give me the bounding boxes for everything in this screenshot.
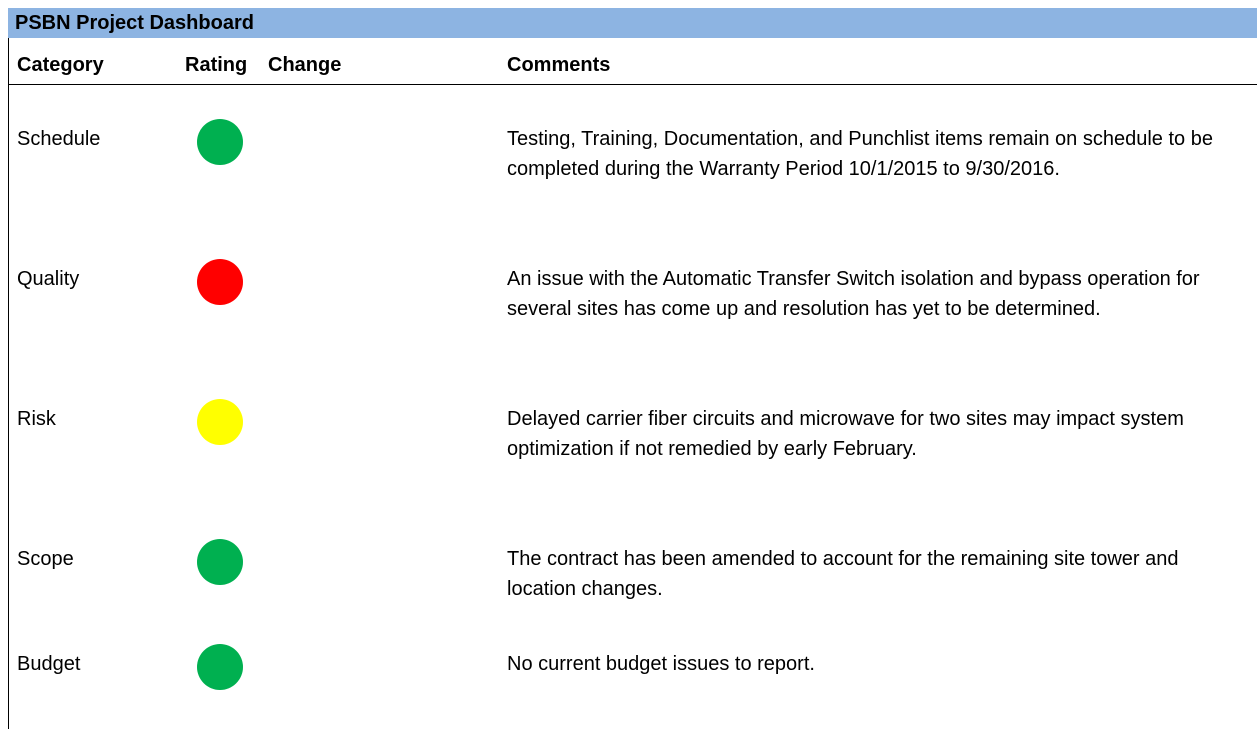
status-indicator-icon xyxy=(197,644,243,690)
row-category: Scope xyxy=(17,548,74,570)
row-category: Risk xyxy=(17,408,56,430)
left-border xyxy=(8,38,9,729)
header-change: Change xyxy=(268,54,342,76)
status-indicator-icon xyxy=(197,399,243,445)
title-bar: PSBN Project Dashboard xyxy=(8,8,1257,38)
row-comment: The contract has been amended to account… xyxy=(507,548,1179,600)
project-dashboard: PSBN Project Dashboard Category Rating C… xyxy=(0,0,1257,729)
status-indicator-icon xyxy=(197,119,243,165)
row-comment: No current budget issues to report. xyxy=(507,653,815,675)
row-comment: Testing, Training, Documentation, and Pu… xyxy=(507,128,1213,180)
dashboard-title: PSBN Project Dashboard xyxy=(15,12,254,34)
row-category: Quality xyxy=(17,268,80,290)
row-category: Budget xyxy=(17,653,81,675)
header-category: Category xyxy=(17,54,104,76)
header-divider xyxy=(8,84,1257,85)
status-indicator-icon xyxy=(197,259,243,305)
status-indicator-icon xyxy=(197,539,243,585)
header-comments: Comments xyxy=(507,54,611,76)
header-rating: Rating xyxy=(185,54,248,76)
row-category: Schedule xyxy=(17,128,101,150)
row-comment: An issue with the Automatic Transfer Swi… xyxy=(507,268,1200,320)
row-comment: Delayed carrier fiber circuits and micro… xyxy=(507,408,1184,460)
